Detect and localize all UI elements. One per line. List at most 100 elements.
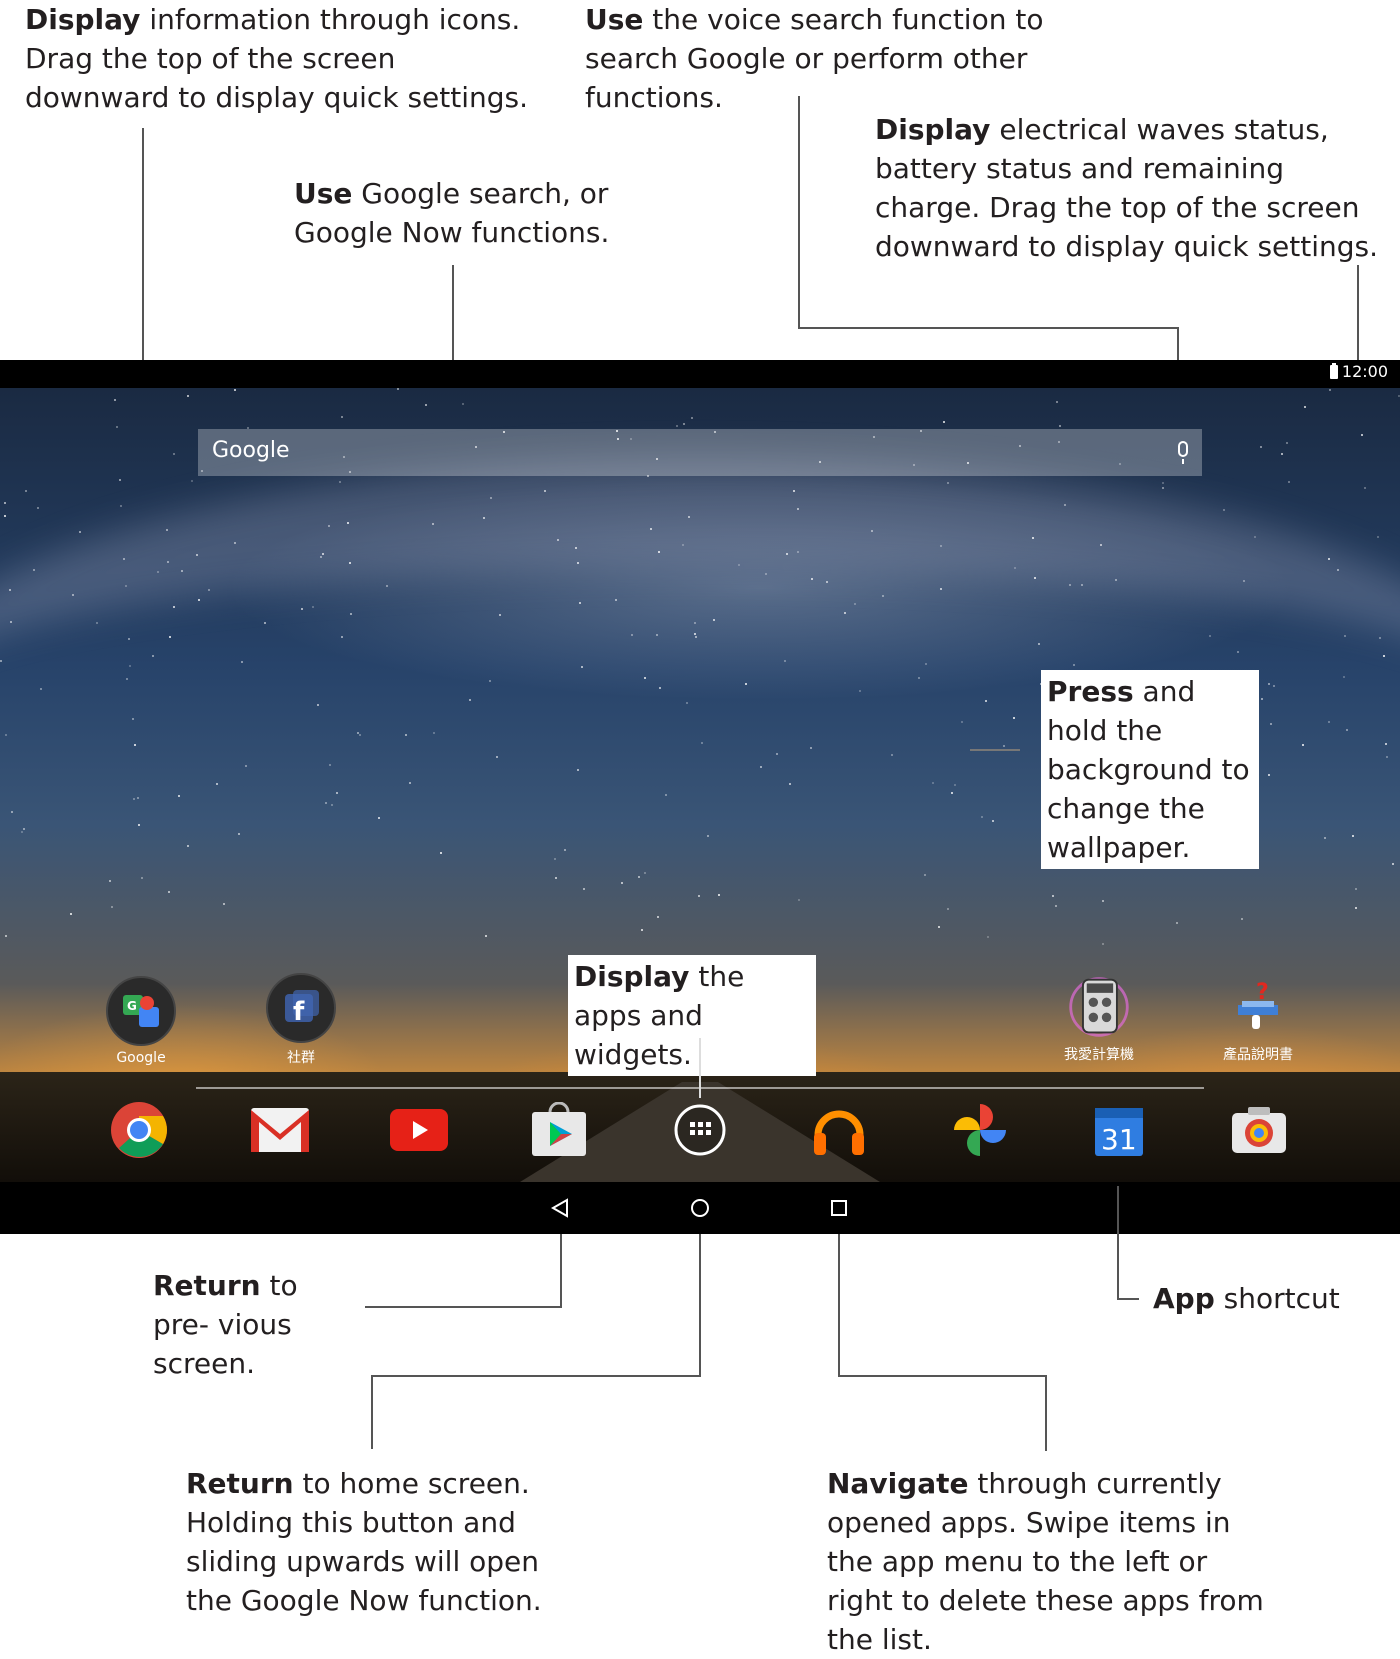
star (659, 687, 661, 689)
star (336, 792, 338, 794)
star (1302, 744, 1304, 746)
star (1223, 509, 1225, 511)
star (554, 858, 556, 860)
star (187, 395, 189, 397)
star (1281, 453, 1283, 455)
photos-icon[interactable] (950, 1100, 1010, 1160)
star (682, 544, 684, 546)
star (329, 764, 331, 766)
star (1056, 401, 1058, 403)
star (1361, 434, 1363, 436)
star (425, 404, 427, 406)
star (1329, 389, 1331, 391)
star (698, 895, 700, 897)
star (871, 530, 873, 532)
star (347, 522, 349, 524)
callout-app-shortcut: App shortcut (1153, 1279, 1393, 1318)
app-drawer-icon[interactable] (670, 1100, 730, 1160)
star (938, 926, 940, 928)
star (765, 573, 767, 575)
star (641, 929, 643, 931)
desktop-icon-calculator[interactable]: 我愛計算機 (1049, 974, 1149, 1064)
star (397, 388, 399, 390)
star (138, 824, 140, 826)
star (891, 754, 893, 756)
status-area: 12:00 (1329, 362, 1388, 381)
star (665, 794, 667, 796)
callout-home: Return to home screen. Holding this butt… (186, 1464, 546, 1620)
star (132, 718, 134, 720)
recents-icon[interactable] (823, 1192, 855, 1224)
star (178, 795, 180, 797)
star (223, 903, 225, 905)
star (644, 872, 646, 874)
gmail-icon[interactable] (250, 1100, 310, 1160)
star (789, 783, 791, 785)
star (943, 421, 945, 423)
home-icon[interactable] (684, 1192, 716, 1224)
star (1059, 425, 1061, 427)
star (745, 683, 747, 685)
star (1115, 579, 1117, 581)
star (658, 551, 660, 553)
star (987, 936, 989, 938)
callout-bold: App (1153, 1282, 1215, 1315)
star (924, 874, 926, 876)
star (119, 479, 121, 481)
star (784, 660, 786, 662)
callout-bold: Display (25, 3, 141, 36)
star (120, 505, 122, 507)
star (786, 553, 788, 555)
leader-line (1357, 265, 1359, 370)
star (1003, 745, 1005, 747)
star (23, 828, 25, 830)
star (173, 606, 175, 608)
back-icon[interactable] (544, 1192, 576, 1224)
star (615, 599, 617, 601)
star (985, 700, 987, 702)
desktop-icon-google[interactable]: G Google (91, 976, 191, 1066)
youtube-icon[interactable] (389, 1100, 449, 1160)
star (583, 888, 585, 890)
desktop-icon-manual[interactable]: ? 產品說明書 (1208, 974, 1308, 1064)
star (1032, 537, 1034, 539)
callout-battery-status: Display electrical waves status, battery… (875, 110, 1395, 266)
star (981, 816, 983, 818)
star (341, 636, 343, 638)
mic-icon[interactable] (1178, 441, 1188, 464)
star (854, 603, 856, 605)
chrome-icon[interactable] (109, 1100, 169, 1160)
play-music-icon[interactable] (809, 1100, 869, 1160)
callout-voice-search: Use the voice search function to search … (585, 0, 1125, 117)
desktop-icon-label: 產品說明書 (1223, 1047, 1293, 1063)
star (713, 619, 715, 621)
star (1073, 664, 1075, 666)
leader-line (798, 96, 800, 328)
star (5, 935, 7, 937)
star (544, 490, 546, 492)
camera-icon[interactable] (1229, 1100, 1289, 1160)
leader-line (838, 1375, 1047, 1377)
status-bar[interactable]: 12:00 (0, 360, 1400, 388)
star (1209, 635, 1211, 637)
star (1268, 774, 1270, 776)
star (1386, 756, 1388, 758)
star (1237, 651, 1239, 653)
calendar-icon[interactable]: 31 (1089, 1100, 1149, 1160)
star (4, 515, 6, 517)
play-store-icon[interactable] (529, 1100, 589, 1160)
google-search-bar[interactable]: Google (198, 429, 1202, 476)
star (1364, 487, 1366, 489)
star (469, 699, 471, 701)
star (577, 562, 579, 564)
callout-bold: Use (585, 3, 644, 36)
star (9, 589, 11, 591)
desktop-icon-social[interactable]: f 社群 (251, 973, 351, 1067)
star (11, 811, 13, 813)
star (1286, 442, 1288, 444)
star (129, 665, 131, 667)
callout-bold: Navigate (827, 1467, 969, 1500)
star (797, 508, 799, 510)
star (932, 782, 934, 784)
leader-line (1117, 1298, 1139, 1300)
